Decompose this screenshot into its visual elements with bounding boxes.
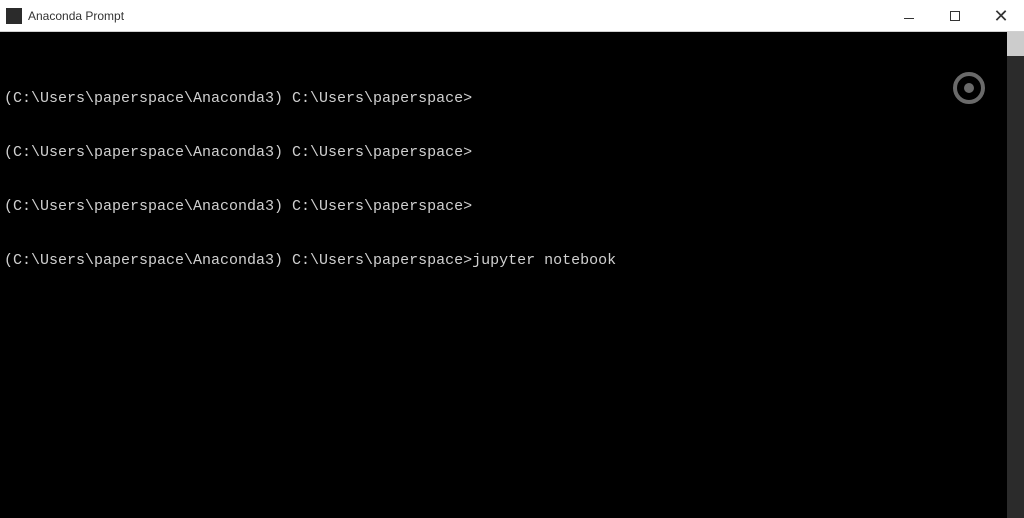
scrollbar-thumb[interactable] (1007, 32, 1024, 56)
terminal-line: (C:\Users\paperspace\Anaconda3) C:\Users… (4, 198, 1003, 216)
title-left: Anaconda Prompt (6, 8, 124, 24)
close-icon: ✕ (993, 7, 1008, 25)
vertical-scrollbar[interactable] (1007, 32, 1024, 518)
maximize-icon (950, 11, 960, 21)
prompt: (C:\Users\paperspace\Anaconda3) C:\Users… (4, 198, 472, 215)
recording-indicator-dot-icon (964, 83, 974, 93)
prompt: (C:\Users\paperspace\Anaconda3) C:\Users… (4, 252, 472, 269)
terminal[interactable]: (C:\Users\paperspace\Anaconda3) C:\Users… (0, 32, 1007, 518)
maximize-button[interactable] (932, 1, 978, 31)
recording-indicator-icon (953, 72, 985, 104)
minimize-button[interactable] (886, 1, 932, 31)
title-bar[interactable]: Anaconda Prompt ✕ (0, 0, 1024, 32)
terminal-line: (C:\Users\paperspace\Anaconda3) C:\Users… (4, 144, 1003, 162)
command: jupyter notebook (472, 252, 616, 269)
window-title: Anaconda Prompt (28, 9, 124, 23)
prompt: (C:\Users\paperspace\Anaconda3) C:\Users… (4, 90, 472, 107)
minimize-icon (904, 18, 914, 19)
prompt: (C:\Users\paperspace\Anaconda3) C:\Users… (4, 144, 472, 161)
application-window: Anaconda Prompt ✕ (C:\Users\paperspace\A… (0, 0, 1024, 518)
terminal-wrapper: (C:\Users\paperspace\Anaconda3) C:\Users… (0, 32, 1024, 518)
window-controls: ✕ (886, 0, 1024, 31)
terminal-line: (C:\Users\paperspace\Anaconda3) C:\Users… (4, 90, 1003, 108)
terminal-line: (C:\Users\paperspace\Anaconda3) C:\Users… (4, 252, 1003, 270)
app-icon (6, 8, 22, 24)
close-button[interactable]: ✕ (978, 1, 1024, 31)
